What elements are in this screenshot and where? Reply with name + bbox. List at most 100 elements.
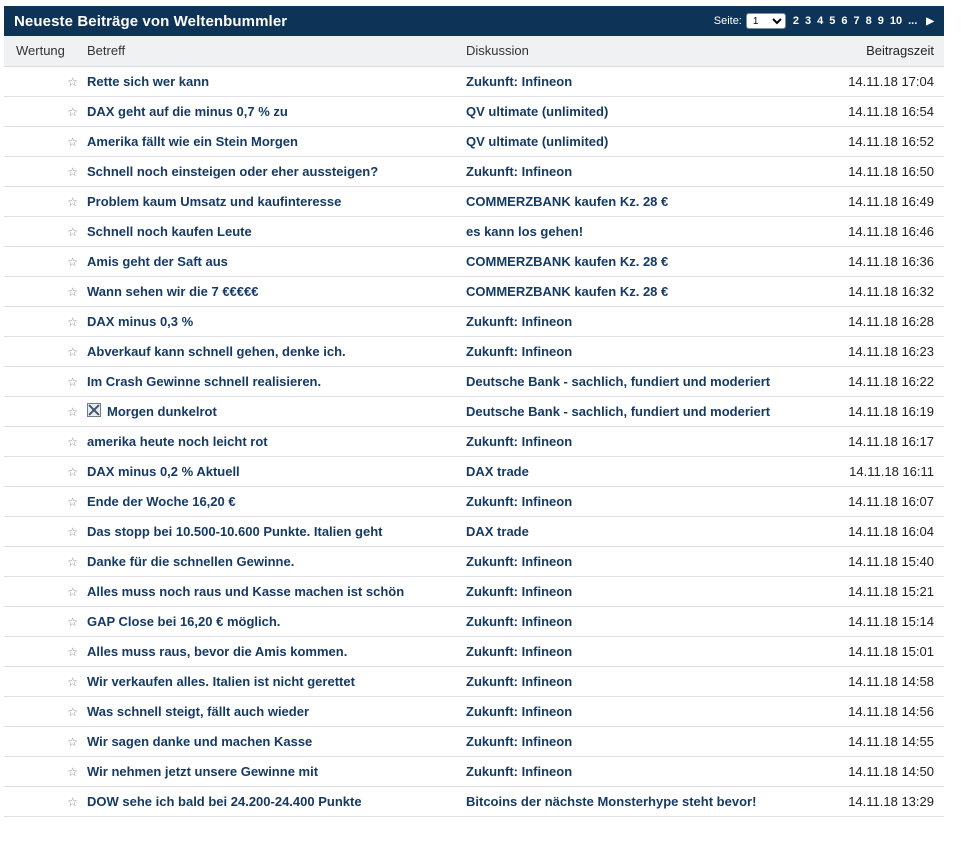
discussion-link[interactable]: Zukunft: Infineon	[466, 584, 572, 599]
discussion-link[interactable]: COMMERZBANK kaufen Kz. 28 €	[466, 284, 668, 299]
table-row: ☆ amerika heute noch leicht rot Zukunft: I…	[4, 426, 944, 456]
pagination-ellipsis[interactable]: ...	[908, 15, 917, 27]
discussion-link[interactable]: Zukunft: Infineon	[466, 704, 572, 719]
next-page-icon[interactable]: ▶	[926, 16, 934, 27]
discussion-link[interactable]: Zukunft: Infineon	[466, 644, 572, 659]
post-subject-link[interactable]: DOW sehe ich bald bei 24.200-24.400 Punk…	[87, 794, 362, 809]
discussion-link[interactable]: Zukunft: Infineon	[466, 74, 572, 89]
post-subject-link[interactable]: Was schnell steigt, fällt auch wieder	[87, 704, 309, 719]
star-icon[interactable]: ☆	[67, 735, 78, 749]
post-subject-link[interactable]: GAP Close bei 16,20 € möglich.	[87, 614, 280, 629]
discussion-link[interactable]: Zukunft: Infineon	[466, 164, 572, 179]
star-icon[interactable]: ☆	[67, 675, 78, 689]
post-subject-link[interactable]: Danke für die schnellen Gewinne.	[87, 554, 294, 569]
post-subject-link[interactable]: DAX minus 0,2 % Aktuell	[87, 464, 240, 479]
discussion-link[interactable]: QV ultimate (unlimited)	[466, 134, 608, 149]
page-link[interactable]: 3	[805, 15, 811, 27]
discussion-link[interactable]: Zukunft: Infineon	[466, 734, 572, 749]
post-subject-link[interactable]: Wann sehen wir die 7 €€€€€	[87, 284, 258, 299]
star-icon[interactable]: ☆	[67, 525, 78, 539]
rating-cell: ☆	[4, 186, 87, 216]
column-header-time[interactable]: Beitragszeit	[846, 36, 944, 67]
star-icon[interactable]: ☆	[67, 555, 78, 569]
discussion-link[interactable]: Zukunft: Infineon	[466, 314, 572, 329]
star-icon[interactable]: ☆	[67, 135, 78, 149]
star-icon[interactable]: ☆	[67, 495, 78, 509]
star-icon[interactable]: ☆	[67, 405, 78, 419]
page-select[interactable]: 1	[745, 13, 786, 29]
post-subject-link[interactable]: Amis geht der Saft aus	[87, 254, 228, 269]
page-link[interactable]: 5	[829, 15, 835, 27]
star-icon[interactable]: ☆	[67, 225, 78, 239]
discussion-cell: Zukunft: Infineon	[466, 486, 846, 516]
post-subject-link[interactable]: Wir nehmen jetzt unsere Gewinne mit	[87, 764, 318, 779]
post-subject-link[interactable]: Problem kaum Umsatz und kaufinteresse	[87, 194, 341, 209]
post-subject-link[interactable]: Morgen dunkelrot	[107, 404, 217, 419]
page-link[interactable]: 9	[878, 15, 884, 27]
post-subject-link[interactable]: Amerika fällt wie ein Stein Morgen	[87, 134, 298, 149]
discussion-link[interactable]: COMMERZBANK kaufen Kz. 28 €	[466, 254, 668, 269]
discussion-link[interactable]: Zukunft: Infineon	[466, 434, 572, 449]
star-icon[interactable]: ☆	[67, 465, 78, 479]
page-link[interactable]: 6	[841, 15, 847, 27]
table-header-row: Wertung Betreff Diskussion Beitragszeit	[4, 36, 944, 67]
discussion-link[interactable]: Bitcoins der nächste Monsterhype steht b…	[466, 794, 756, 809]
post-subject-link[interactable]: Alles muss noch raus und Kasse machen is…	[87, 584, 404, 599]
subject-cell: DOW sehe ich bald bei 24.200-24.400 Punk…	[87, 786, 466, 816]
post-subject-link[interactable]: Wir sagen danke und machen Kasse	[87, 734, 312, 749]
discussion-link[interactable]: QV ultimate (unlimited)	[466, 104, 608, 119]
post-subject-link[interactable]: DAX minus 0,3 %	[87, 314, 193, 329]
post-time: 14.11.18 15:21	[848, 583, 934, 599]
table-row: ☆ DAX minus 0,2 % Aktuell DAX trade 14.11.1…	[4, 456, 944, 486]
rating-cell: ☆	[4, 396, 87, 426]
star-icon[interactable]: ☆	[67, 195, 78, 209]
star-icon[interactable]: ☆	[67, 315, 78, 329]
post-subject-link[interactable]: Alles muss raus, bevor die Amis kommen.	[87, 644, 347, 659]
post-subject-link[interactable]: DAX geht auf die minus 0,7 % zu	[87, 104, 288, 119]
post-subject-link[interactable]: Wir verkaufen alles. Italien ist nicht g…	[87, 674, 355, 689]
post-subject-link[interactable]: amerika heute noch leicht rot	[87, 434, 268, 449]
discussion-link[interactable]: Zukunft: Infineon	[466, 764, 572, 779]
discussion-link[interactable]: DAX trade	[466, 524, 529, 539]
discussion-link[interactable]: COMMERZBANK kaufen Kz. 28 €	[466, 194, 668, 209]
column-header-discussion[interactable]: Diskussion	[466, 36, 846, 67]
discussion-link[interactable]: Zukunft: Infineon	[466, 554, 572, 569]
star-icon[interactable]: ☆	[67, 795, 78, 809]
star-icon[interactable]: ☆	[67, 435, 78, 449]
star-icon[interactable]: ☆	[67, 645, 78, 659]
star-icon[interactable]: ☆	[67, 765, 78, 779]
discussion-link[interactable]: Zukunft: Infineon	[466, 674, 572, 689]
post-subject-link[interactable]: Ende der Woche 16,20 €	[87, 494, 236, 509]
star-icon[interactable]: ☆	[67, 345, 78, 359]
star-icon[interactable]: ☆	[67, 285, 78, 299]
star-icon[interactable]: ☆	[67, 105, 78, 119]
star-icon[interactable]: ☆	[67, 375, 78, 389]
discussion-link[interactable]: Deutsche Bank - sachlich, fundiert und m…	[466, 404, 770, 419]
discussion-link[interactable]: Deutsche Bank - sachlich, fundiert und m…	[466, 374, 770, 389]
page-link[interactable]: 8	[866, 15, 872, 27]
discussion-link[interactable]: Zukunft: Infineon	[466, 494, 572, 509]
star-icon[interactable]: ☆	[67, 585, 78, 599]
post-subject-link[interactable]: Im Crash Gewinne schnell realisieren.	[87, 374, 321, 389]
post-subject-link[interactable]: Abverkauf kann schnell gehen, denke ich.	[87, 344, 346, 359]
post-subject-link[interactable]: Schnell noch einsteigen oder eher ausste…	[87, 164, 378, 179]
page-link[interactable]: 4	[817, 15, 823, 27]
star-icon[interactable]: ☆	[67, 255, 78, 269]
discussion-link[interactable]: es kann los gehen!	[466, 224, 583, 239]
star-icon[interactable]: ☆	[67, 165, 78, 179]
star-icon[interactable]: ☆	[67, 615, 78, 629]
discussion-link[interactable]: Zukunft: Infineon	[466, 344, 572, 359]
page-link[interactable]: 10	[890, 15, 902, 27]
page-link[interactable]: 7	[854, 15, 860, 27]
discussion-link[interactable]: DAX trade	[466, 464, 529, 479]
star-icon[interactable]: ☆	[67, 705, 78, 719]
post-subject-link[interactable]: Rette sich wer kann	[87, 74, 209, 89]
page-link[interactable]: 2	[793, 15, 799, 27]
discussion-cell: Zukunft: Infineon	[466, 636, 846, 666]
discussion-link[interactable]: Zukunft: Infineon	[466, 614, 572, 629]
star-icon[interactable]: ☆	[67, 75, 78, 89]
column-header-rating[interactable]: Wertung	[4, 36, 87, 67]
post-subject-link[interactable]: Schnell noch kaufen Leute	[87, 224, 252, 239]
column-header-subject[interactable]: Betreff	[87, 36, 466, 67]
post-subject-link[interactable]: Das stopp bei 10.500-10.600 Punkte. Ital…	[87, 524, 383, 539]
